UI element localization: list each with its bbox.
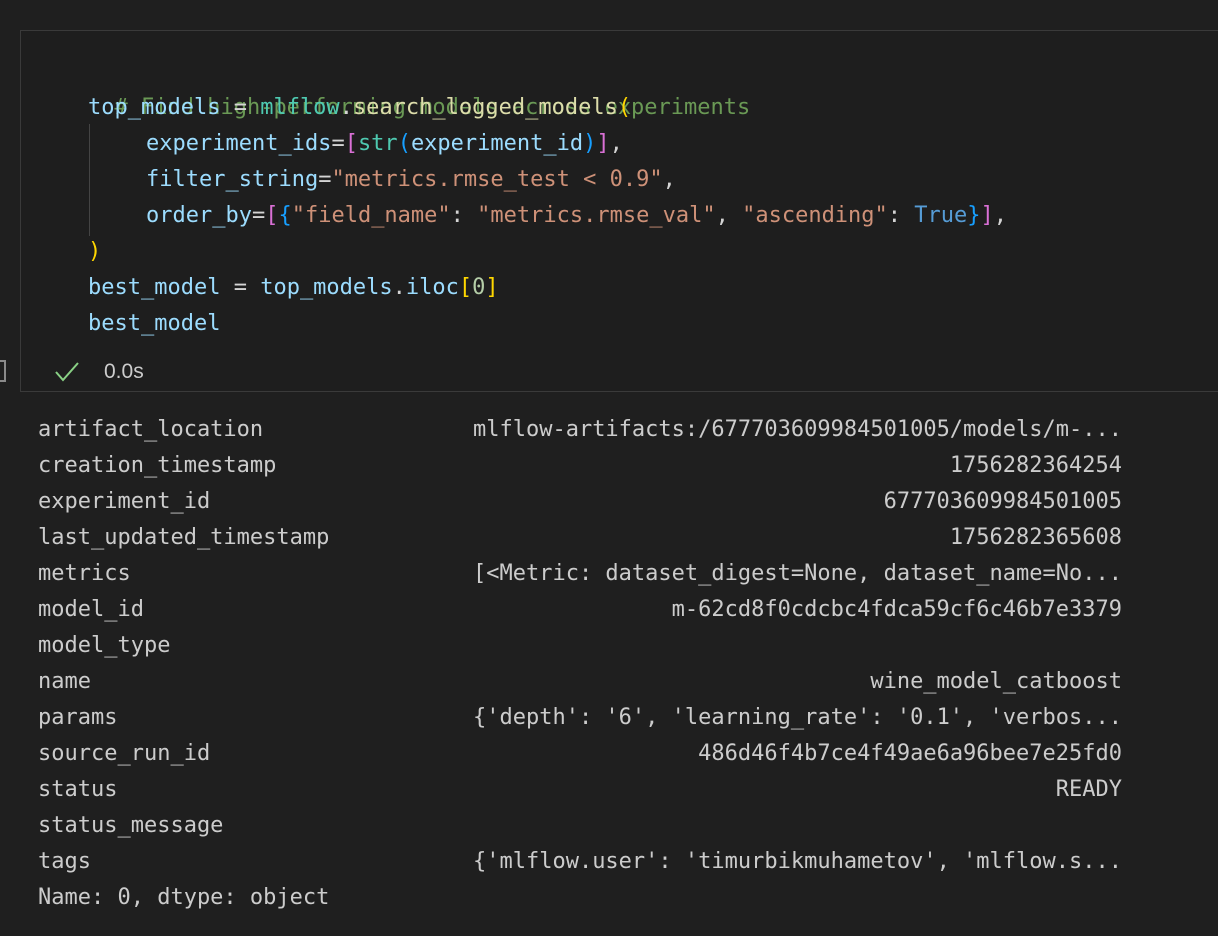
output-value: m-62cd8f0cdcbc4fdca59cf6c46b7e3379 xyxy=(671,597,1122,622)
bracket: [ xyxy=(344,131,358,156)
fn-str: str xyxy=(357,131,398,156)
output-value: 486d46f4b7ce4f49ae6a96bee7e25fd0 xyxy=(698,741,1122,766)
var-best-model: best_model xyxy=(88,311,221,336)
eq-op: = xyxy=(331,131,345,156)
output-footer: Name: 0, dtype: object xyxy=(38,885,330,910)
output-row: last_updated_timestamp 1756282365608 xyxy=(38,520,1122,556)
string-key: "ascending" xyxy=(742,203,888,228)
eq-op: = xyxy=(318,167,332,192)
comma: , xyxy=(993,203,1008,228)
cell-execution-bracket[interactable] xyxy=(0,360,6,382)
output-key: name xyxy=(38,669,91,694)
param-order-by: order_by xyxy=(146,203,252,228)
output-key: creation_timestamp xyxy=(38,453,277,478)
fn-search-logged-models: search_logged_models xyxy=(352,95,618,120)
output-key: last_updated_timestamp xyxy=(38,525,330,550)
output-row: experiment_id 677703609984501005 xyxy=(38,484,1122,520)
execution-time: 0.0s xyxy=(104,360,144,383)
output-value: READY xyxy=(1055,777,1122,802)
output-key: model_type xyxy=(38,633,171,658)
indent-guide xyxy=(89,124,90,236)
output-row: artifact_location mlflow-artifacts:/6777… xyxy=(38,412,1122,448)
bracket: ] xyxy=(980,203,994,228)
string-value: "metrics.rmse_val" xyxy=(477,203,716,228)
bracket: ] xyxy=(596,131,610,156)
output-value: 1756282364254 xyxy=(949,453,1122,478)
output-row: params {'depth': '6', 'learning_rate': '… xyxy=(38,700,1122,736)
output-row: status READY xyxy=(38,772,1122,808)
output-row: source_run_id 486d46f4b7ce4f49ae6a96bee7… xyxy=(38,736,1122,772)
param-filter-string: filter_string xyxy=(146,167,319,192)
output-row: metrics [<Metric: dataset_digest=None, d… xyxy=(38,556,1122,592)
comma: , xyxy=(662,167,676,192)
module-mlflow: mlflow xyxy=(260,95,340,120)
output-row: status_message xyxy=(38,808,1122,844)
output-key: params xyxy=(38,705,118,730)
check-icon xyxy=(55,362,79,382)
output-value: 1756282365608 xyxy=(949,525,1122,550)
string-key: "field_name" xyxy=(291,203,451,228)
code-line-experiment-ids[interactable]: experiment_ids=[str(experiment_id)], xyxy=(146,126,623,162)
output-value: mlflow-artifacts:/677703609984501005/mod… xyxy=(472,417,1122,442)
colon: : xyxy=(450,203,478,228)
open-paren: ( xyxy=(617,95,632,120)
var-top-models: top_models xyxy=(88,95,221,120)
string-filter: "metrics.rmse_test < 0.9" xyxy=(331,167,663,192)
code-line-comment[interactable]: # Find high-performing models across exp… xyxy=(88,54,751,120)
code-line-close-paren[interactable]: ) xyxy=(88,234,101,270)
output-value: {'depth': '6', 'learning_rate': '0.1', '… xyxy=(472,705,1122,730)
output-row: name wine_model_catboost xyxy=(38,664,1122,700)
dot-op: . xyxy=(392,275,406,300)
output-key: model_id xyxy=(38,597,144,622)
code-line-order-by[interactable]: order_by=[{"field_name": "metrics.rmse_v… xyxy=(146,198,1007,234)
output-key: metrics xyxy=(38,561,131,586)
output-key: experiment_id xyxy=(38,489,211,514)
colon: : xyxy=(887,203,915,228)
output-value: 677703609984501005 xyxy=(883,489,1122,514)
bracket: [ xyxy=(265,203,279,228)
keyword-true: True xyxy=(914,203,968,228)
eq-op: = xyxy=(251,203,266,228)
output-value: [<Metric: dataset_digest=None, dataset_n… xyxy=(472,561,1122,586)
paren: ( xyxy=(397,131,411,156)
close-paren: ) xyxy=(88,239,102,264)
output-key: tags xyxy=(38,849,91,874)
index-number: 0 xyxy=(472,275,486,300)
output-row: model_type xyxy=(38,628,1122,664)
param-experiment-ids: experiment_ids xyxy=(146,131,332,156)
dot-op: . xyxy=(339,95,353,120)
brace: } xyxy=(967,203,981,228)
output-row: model_id m-62cd8f0cdcbc4fdca59cf6c46b7e3… xyxy=(38,592,1122,628)
separator: , xyxy=(715,203,743,228)
output-row: creation_timestamp 1756282364254 xyxy=(38,448,1122,484)
paren: ) xyxy=(583,131,597,156)
output-key: status_message xyxy=(38,813,224,838)
code-line-filter-string[interactable]: filter_string="metrics.rmse_test < 0.9", xyxy=(146,162,676,198)
comma: , xyxy=(609,131,623,156)
brace: { xyxy=(278,203,292,228)
assign-op: = xyxy=(220,275,261,300)
var-top-models: top_models xyxy=(260,275,393,300)
bracket: ] xyxy=(485,275,499,300)
var-best-model: best_model xyxy=(88,275,221,300)
code-line-best-model[interactable]: best_model xyxy=(88,306,220,342)
code-line-best-model-assign[interactable]: best_model = top_models.iloc[0] xyxy=(88,270,499,306)
attr-iloc: iloc xyxy=(405,275,459,300)
output-key: status xyxy=(38,777,118,802)
bracket: [ xyxy=(458,275,473,300)
cell-output: artifact_location mlflow-artifacts:/6777… xyxy=(38,412,1122,916)
output-key: source_run_id xyxy=(38,741,211,766)
output-key: artifact_location xyxy=(38,417,264,442)
output-row: tags {'mlflow.user': 'timurbikmuhametov'… xyxy=(38,844,1122,880)
arg-experiment-id: experiment_id xyxy=(410,131,584,156)
code-line-search[interactable]: top_models = mlflow.search_logged_models… xyxy=(88,90,631,126)
assign-op: = xyxy=(220,95,261,120)
output-value: wine_model_catboost xyxy=(870,669,1122,694)
output-value: {'mlflow.user': 'timurbikmuhametov', 'ml… xyxy=(472,849,1122,874)
